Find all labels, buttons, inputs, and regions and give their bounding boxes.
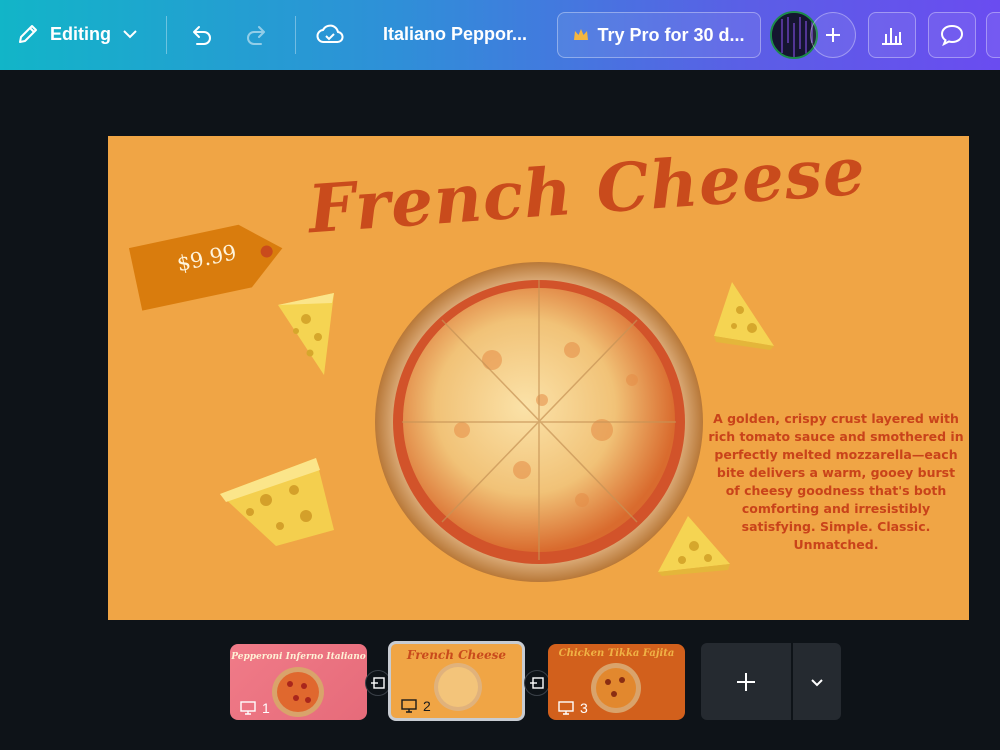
transition-button[interactable] [524, 670, 550, 696]
design-title[interactable]: Italiano Peppor... [383, 24, 527, 45]
comment-icon [940, 24, 964, 47]
price-tag[interactable]: $9.99 [122, 210, 294, 318]
top-toolbar: Editing Italiano Peppor... Try Pro for 3… [0, 0, 1000, 70]
cloud-check-icon [316, 24, 344, 43]
redo-icon [247, 26, 265, 45]
page-thumbnail-pizza [591, 663, 641, 713]
editing-label: Editing [50, 23, 111, 44]
toolbar-divider [295, 16, 296, 54]
page-thumbnail-title: Pepperoni Inferno Italiano [231, 652, 366, 662]
cheese-wedge-image[interactable] [276, 291, 340, 377]
slide-description[interactable]: A golden, crispy crust layered with rich… [708, 410, 964, 554]
transition-icon [371, 677, 385, 689]
page-thumbnail-pizza [434, 663, 482, 711]
slide-canvas[interactable]: French Cheese $9.99 A golden, crispy cru… [108, 136, 969, 620]
chevron-down-icon [811, 678, 823, 686]
comments-button[interactable] [928, 12, 976, 58]
redo-button[interactable] [244, 22, 270, 48]
try-pro-button[interactable]: Try Pro for 30 d... [557, 12, 761, 58]
presentation-icon [240, 701, 256, 715]
cheese-wedge-image[interactable] [216, 454, 336, 548]
bar-chart-icon [882, 28, 902, 45]
page-thumbnail-title: Chicken Tikka Fajita [558, 648, 675, 659]
cheese-wedge-image[interactable] [712, 280, 776, 352]
presentation-icon [401, 699, 417, 713]
page-number-text: 3 [580, 700, 588, 716]
page-number-text: 1 [262, 700, 270, 716]
add-page-options-button[interactable] [793, 643, 841, 720]
toolbar-divider [166, 16, 167, 54]
plus-icon [826, 28, 840, 42]
page-number: 3 [558, 700, 588, 716]
plus-icon [737, 672, 755, 691]
editing-mode-button[interactable]: Editing [16, 22, 139, 46]
undo-button[interactable] [188, 22, 214, 48]
chevron-down-icon [123, 30, 137, 39]
add-page-button[interactable] [701, 643, 791, 720]
undo-icon [193, 26, 211, 45]
page-thumbnail-1[interactable]: Pepperoni Inferno Italiano 1 [230, 644, 367, 720]
transition-icon [530, 677, 544, 689]
slide-title[interactable]: French Cheese [306, 136, 868, 248]
cloud-save-status-button[interactable] [316, 22, 344, 48]
page-thumbnail-title: French Cheese [406, 648, 507, 662]
page-thumbnail-2[interactable]: French Cheese 2 [388, 641, 525, 721]
share-button[interactable] [986, 12, 1000, 58]
insights-button[interactable] [868, 12, 916, 58]
page-number: 2 [401, 698, 431, 714]
presentation-icon [558, 701, 574, 715]
page-number-text: 2 [423, 698, 431, 714]
page-number: 1 [240, 700, 270, 716]
try-pro-label: Try Pro for 30 d... [597, 24, 745, 45]
page-thumbnail-pizza [272, 667, 324, 717]
crown-icon [574, 29, 589, 40]
add-page-panel [701, 643, 841, 720]
page-thumbnail-3[interactable]: Chicken Tikka Fajita 3 [548, 644, 685, 720]
add-collaborator-button[interactable] [810, 12, 856, 58]
pencil-icon [19, 25, 37, 43]
design-title-text: Italiano Peppor... [383, 24, 528, 44]
